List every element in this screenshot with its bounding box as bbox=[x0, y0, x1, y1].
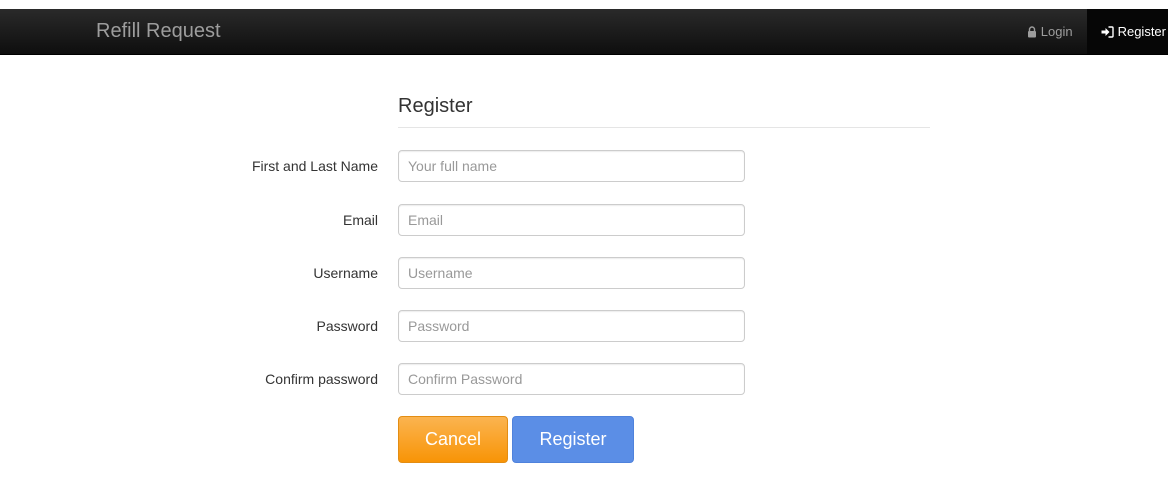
login-label: Login bbox=[1040, 24, 1073, 39]
email-input[interactable] bbox=[398, 204, 745, 236]
register-button[interactable]: Register bbox=[512, 416, 634, 463]
username-label: Username bbox=[313, 265, 378, 281]
cancel-button[interactable]: Cancel bbox=[398, 416, 508, 463]
username-row: Username bbox=[190, 257, 750, 289]
brand-link[interactable]: Refill Request bbox=[96, 19, 221, 43]
register-form: Register First and Last Name Email Usern… bbox=[252, 92, 930, 463]
password-label: Password bbox=[316, 318, 378, 334]
confirm-password-row: Confirm password bbox=[190, 363, 750, 395]
register-link[interactable]: Register bbox=[1086, 9, 1168, 54]
password-input[interactable] bbox=[398, 310, 745, 342]
login-link[interactable]: Login bbox=[1013, 9, 1087, 54]
confirm-password-input[interactable] bbox=[398, 363, 745, 395]
sign-in-icon bbox=[1101, 25, 1114, 38]
full-name-input[interactable] bbox=[398, 150, 745, 182]
email-row: Email bbox=[190, 204, 750, 236]
lock-icon bbox=[1027, 25, 1037, 38]
email-label: Email bbox=[342, 212, 378, 228]
username-input[interactable] bbox=[398, 257, 745, 289]
form-actions: Cancel Register bbox=[190, 416, 750, 463]
register-nav-label: Register bbox=[1117, 24, 1166, 39]
confirm-password-label: Confirm password bbox=[265, 371, 378, 387]
full-name-row: First and Last Name bbox=[190, 150, 750, 182]
password-row: Password bbox=[190, 310, 750, 342]
form-legend: Register bbox=[398, 92, 930, 128]
nav-right: Login Register bbox=[1013, 9, 1168, 54]
full-name-label: First and Last Name bbox=[251, 158, 378, 174]
top-navbar: Refill Request Login Register bbox=[0, 9, 1168, 55]
